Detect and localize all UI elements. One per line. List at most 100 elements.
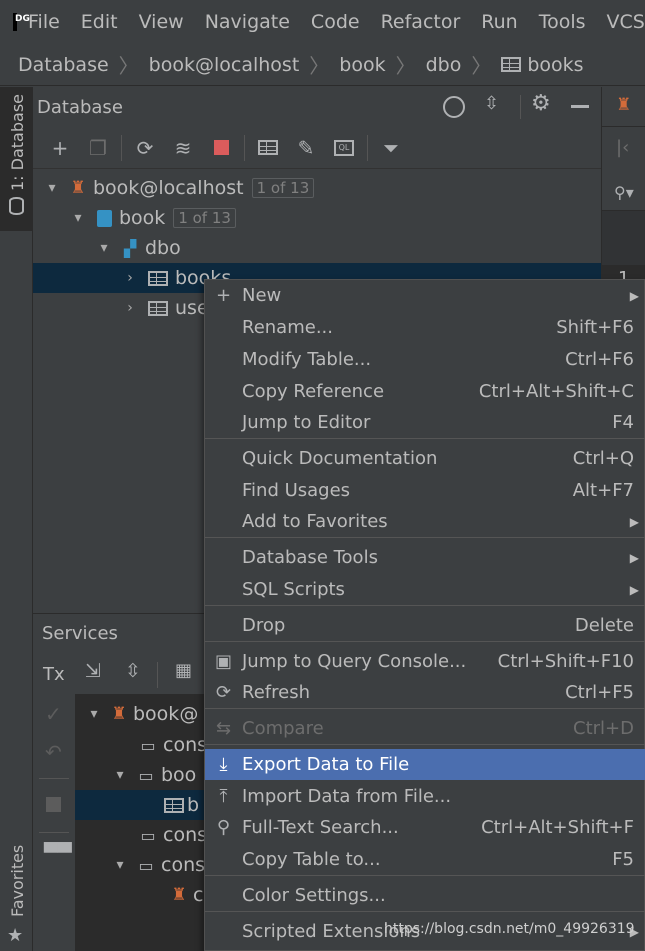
schema-sync-icon[interactable]: ≋ [168,133,198,163]
menu-separator [205,605,645,606]
menu-item-compare[interactable]: ⇆ Compare Ctrl+D [205,713,645,744]
breadcrumb-item-db[interactable]: book [339,54,385,76]
chevron-down-icon[interactable]: ▾ [83,706,105,722]
sql-server-icon: ♜ [616,95,632,115]
menu-file[interactable]: File [28,11,60,33]
editor-tab[interactable]: ♜ [602,87,645,127]
menu-view[interactable]: View [139,11,184,33]
menu-code[interactable]: Code [311,11,360,33]
menu-item-shortcut: Ctrl+Shift+F10 [497,651,634,672]
breadcrumb-item-schema[interactable]: dbo [426,54,462,76]
group-icon[interactable]: ▦ [175,660,192,681]
tab-database[interactable]: 1: Database [0,87,33,231]
menu-item-drop[interactable]: Drop Delete [205,610,645,641]
menu-item-label: Database Tools [242,547,378,568]
collapse-all-icon[interactable]: ⇳ [125,660,141,682]
menu-item-add-to-favorites[interactable]: Add to Favorites ▶ [205,506,645,537]
chevron-right-icon: 〉 [309,54,330,78]
chevron-down-icon[interactable]: ▾ [109,857,131,873]
menu-item-new[interactable]: + New ▶ [205,280,645,311]
add-icon[interactable]: + [45,133,75,163]
console-icon: ▭ [140,825,156,845]
divider [520,95,521,119]
stop-icon[interactable] [206,133,236,163]
table-icon[interactable] [253,133,283,163]
menu-item-label: Jump to Query Console... [242,651,467,672]
query-console-icon[interactable]: QL [329,133,359,163]
console-icon: ▭ [140,735,156,755]
menu-vcs[interactable]: VCS [607,11,645,33]
menu-item-shortcut: Delete [574,615,634,636]
menu-item-label: New [242,285,282,306]
service-label: cons [163,824,208,846]
menu-item-copy-reference[interactable]: Copy Reference Ctrl+Alt+Shift+C [205,376,645,407]
chevron-down-icon[interactable]: ▾ [109,767,131,783]
breadcrumb-item-database[interactable]: Database [18,54,109,76]
menu-item-quick-documentation[interactable]: Quick Documentation Ctrl+Q [205,443,645,474]
menu-item-import-data-from-file[interactable]: ⤒ Import Data from File... [205,781,645,812]
service-label: boo [161,764,197,786]
menu-edit[interactable]: Edit [81,11,118,33]
menu-run[interactable]: Run [481,11,517,33]
refresh-icon[interactable]: ⟳ [130,133,160,163]
first-page-icon[interactable]: |‹ [616,137,629,158]
menu-item-copy-table-to[interactable]: Copy Table to... F5 [205,844,645,875]
menu-item-database-tools[interactable]: Database Tools ▶ [205,542,645,573]
menu-item-jump-to-query-console[interactable]: ▣ Jump to Query Console... Ctrl+Shift+F10 [205,646,645,677]
chevron-down-icon[interactable]: ▾ [67,210,89,226]
menu-item-jump-to-editor[interactable]: Jump to Editor F4 [205,407,645,438]
layout-icon[interactable]: ▀▀ [44,843,72,864]
export-icon: ⤓ [219,754,228,775]
menu-refactor[interactable]: Refactor [381,11,461,33]
sql-server-icon: ♜ [111,704,127,724]
menu-item-shortcut: Ctrl+F5 [565,682,634,703]
tree-row-connection[interactable]: ▾ ♜ book@localhost 1 of 13 [33,173,601,203]
editor-toolbar: |‹ ⚲▾ [602,127,645,211]
tree-row-database[interactable]: ▾ book 1 of 13 [33,203,601,233]
panel-title: Services [42,623,118,644]
submenu-arrow-icon: ▶ [629,550,639,565]
edit-icon[interactable]: ✎ [291,133,321,163]
tab-favorites[interactable]: Favorites ★ [0,837,33,951]
breadcrumb-item-connection[interactable]: book@localhost [149,54,300,76]
divider [367,134,368,161]
minimize-icon[interactable] [571,105,589,108]
chevron-right-icon[interactable]: › [119,270,141,286]
commit-icon[interactable]: ✓ [45,702,62,726]
divider [244,134,245,161]
menu-item-sql-scripts[interactable]: SQL Scripts ▶ [205,574,645,605]
menu-navigate[interactable]: Navigate [205,11,290,33]
menu-item-shortcut: Ctrl+F6 [565,349,634,370]
gear-icon[interactable]: ⚙ [531,91,551,116]
menu-item-find-usages[interactable]: Find Usages Alt+F7 [205,475,645,506]
filter-icon[interactable]: ⏷ [376,133,406,163]
sql-server-icon: ♜ [70,178,86,198]
rollback-icon[interactable]: ↶ [45,740,62,764]
chevron-right-icon: 〉 [395,54,416,78]
database-label: book [119,207,166,229]
stop-icon[interactable] [46,797,61,812]
chevron-down-icon[interactable]: ▾ [93,240,115,256]
transaction-mode-dropdown[interactable]: Tx [43,664,65,685]
menu-item-modify-table[interactable]: Modify Table... Ctrl+F6 [205,344,645,375]
import-icon: ⤒ [219,786,228,807]
search-icon[interactable]: ⚲▾ [614,183,634,202]
service-label: cons [161,854,206,876]
menu-item-export-data-to-file[interactable]: ⤓ Export Data to File [205,749,645,780]
menu-item-rename[interactable]: Rename... Shift+F6 [205,312,645,343]
tab-favorites-label: Favorites [8,844,27,917]
breadcrumb-item-table[interactable]: books [527,54,583,76]
tree-row-schema[interactable]: ▾ ▞ dbo [33,233,601,263]
expand-all-icon[interactable]: ⇲ [85,660,101,682]
locate-icon[interactable] [443,96,465,118]
menu-item-refresh[interactable]: ⟳ Refresh Ctrl+F5 [205,677,645,708]
collapse-all-icon[interactable]: ⇳ [484,93,499,114]
menu-item-label: Full-Text Search... [242,817,399,838]
submenu-arrow-icon: ▶ [629,288,639,303]
chevron-right-icon[interactable]: › [119,300,141,316]
duplicate-icon[interactable]: ❐ [83,133,113,163]
menu-item-full-text-search[interactable]: ⚲ Full-Text Search... Ctrl+Alt+Shift+F [205,812,645,843]
menu-tools[interactable]: Tools [539,11,586,33]
chevron-down-icon[interactable]: ▾ [41,180,63,196]
menu-item-color-settings[interactable]: Color Settings... [205,880,645,911]
